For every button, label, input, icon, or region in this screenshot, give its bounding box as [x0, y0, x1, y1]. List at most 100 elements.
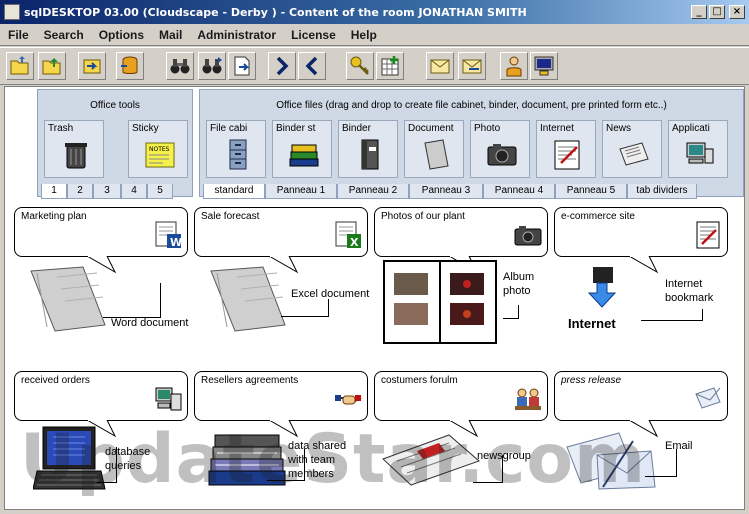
- photo-album-icon[interactable]: [382, 259, 500, 345]
- tab-office-tools-2[interactable]: 2: [67, 184, 93, 199]
- bubble-tail: [628, 256, 659, 274]
- menu-license[interactable]: License: [283, 28, 343, 42]
- office-file-label: Binder: [342, 123, 371, 134]
- menu-help[interactable]: Help: [343, 28, 384, 42]
- card-title: e-commerce site: [561, 211, 635, 222]
- office-files-panel: Office files (drag and drop to create fi…: [199, 89, 744, 197]
- card-bubble-ecommerce[interactable]: e-commerce site: [554, 207, 728, 257]
- next-button[interactable]: [268, 52, 296, 80]
- internet-icon[interactable]: [579, 265, 625, 315]
- file-cabinet-icon: [229, 139, 247, 170]
- user-button[interactable]: [500, 52, 528, 80]
- menu-search[interactable]: Search: [36, 28, 91, 42]
- tab-panneau-2[interactable]: Panneau 2: [337, 184, 409, 199]
- import-button[interactable]: [78, 52, 106, 80]
- card-title: Photos of our plant: [381, 211, 465, 222]
- key-button[interactable]: [346, 52, 374, 80]
- open-folder-icon: [10, 56, 29, 75]
- key-icon: [350, 56, 369, 75]
- open-folder-button[interactable]: [6, 52, 34, 80]
- office-tool-trash[interactable]: Trash: [44, 120, 104, 178]
- card-title: Resellers agreements: [201, 375, 299, 386]
- card-bubble-photos[interactable]: Photos of our plant: [374, 207, 548, 257]
- svg-text:X: X: [350, 236, 359, 249]
- office-files-tabs: standard Panneau 1 Panneau 2 Panneau 3 P…: [203, 184, 697, 199]
- card-bubble-resellers[interactable]: Resellers agreements: [194, 371, 368, 421]
- minimize-button[interactable]: _: [691, 5, 707, 19]
- binder-stack-icon: [289, 144, 319, 167]
- export-button[interactable]: [228, 52, 256, 80]
- mail-send-button[interactable]: [458, 52, 486, 80]
- office-file-photo[interactable]: Photo: [470, 120, 530, 178]
- menu-administrator[interactable]: Administrator: [189, 28, 283, 42]
- document-icon: [424, 139, 449, 170]
- office-file-application[interactable]: Applicati: [668, 120, 728, 178]
- search-next-button[interactable]: [198, 52, 226, 80]
- database-icon: [121, 56, 138, 74]
- mail-button[interactable]: [426, 52, 454, 80]
- office-tools-tabs: 1 2 3 4 5: [41, 184, 173, 199]
- card-bubble-forum[interactable]: costumers forulm: [374, 371, 548, 421]
- room-workspace[interactable]: Office tools Trash Sticky NOTES 1 2 3 4 …: [4, 86, 745, 510]
- tab-panneau-5[interactable]: Panneau 5: [555, 184, 627, 199]
- office-file-binder-stack[interactable]: Binder st: [272, 120, 332, 178]
- import-icon: [83, 59, 101, 74]
- grid-add-button[interactable]: [376, 52, 404, 80]
- connector-line: [281, 299, 329, 317]
- tab-panneau-3[interactable]: Panneau 3: [409, 184, 483, 199]
- search-button[interactable]: [166, 52, 194, 80]
- tab-standard[interactable]: standard: [203, 184, 265, 199]
- arrow-left-icon: [305, 56, 318, 76]
- up-folder-button[interactable]: [38, 52, 66, 80]
- mail-icon: [430, 59, 450, 74]
- tab-dividers[interactable]: tab dividers: [627, 184, 697, 199]
- menu-mail[interactable]: Mail: [151, 28, 189, 42]
- envelope-icon: [695, 387, 721, 409]
- menu-bar: File Search Options Mail Administrator L…: [0, 24, 749, 46]
- card-bubble-received-orders[interactable]: received orders: [14, 371, 188, 421]
- sticky-note-icon: NOTES: [145, 142, 175, 168]
- office-file-cabinet[interactable]: File cabi: [206, 120, 266, 178]
- arrow-right-icon: [276, 56, 289, 76]
- maximize-button[interactable]: □: [709, 5, 725, 19]
- card-caption: Email: [665, 440, 693, 452]
- menu-file[interactable]: File: [0, 28, 36, 42]
- card-caption: Album photo: [503, 271, 535, 297]
- office-file-label: News: [606, 123, 632, 134]
- database-app-icon: [155, 387, 182, 411]
- export-icon: [234, 56, 250, 76]
- newspaper-icon[interactable]: [379, 431, 483, 489]
- office-tool-sticky[interactable]: Sticky NOTES: [128, 120, 188, 178]
- office-tools-panel: Office tools Trash Sticky NOTES: [37, 89, 193, 197]
- grid-add-icon: [381, 56, 399, 76]
- close-button[interactable]: ×: [729, 5, 745, 19]
- tab-panneau-1[interactable]: Panneau 1: [265, 184, 337, 199]
- office-file-label: Photo: [474, 123, 501, 134]
- database-button[interactable]: [116, 52, 144, 80]
- tab-office-tools-5[interactable]: 5: [147, 184, 173, 199]
- tab-office-tools-1[interactable]: 1: [41, 184, 67, 199]
- tab-panneau-4[interactable]: Panneau 4: [483, 184, 555, 199]
- application-icon: [686, 142, 714, 164]
- card-bubble-sale-forecast[interactable]: Sale forecast X: [194, 207, 368, 257]
- tab-office-tools-3[interactable]: 3: [93, 184, 121, 199]
- tab-office-tools-4[interactable]: 4: [121, 184, 147, 199]
- menu-options[interactable]: Options: [91, 28, 151, 42]
- card-bubble-press-release[interactable]: press release: [554, 371, 728, 421]
- title-bar: sqlDESKTOP 03.00 (Cloudscape - Derby ) -…: [0, 0, 749, 24]
- office-file-binder[interactable]: Binder: [338, 120, 398, 178]
- sticky-note-text: NOTES: [149, 146, 170, 153]
- newspaper-icon: [619, 142, 649, 166]
- card-caption: database queries: [105, 446, 151, 472]
- card-bubble-marketing-plan[interactable]: Marketing plan W: [14, 207, 188, 257]
- laptop-icon[interactable]: [33, 425, 107, 495]
- binder-icon: [361, 139, 379, 170]
- office-file-document[interactable]: Document: [404, 120, 464, 178]
- office-file-internet[interactable]: Internet: [536, 120, 596, 178]
- office-file-news[interactable]: News: [602, 120, 662, 178]
- computer-button[interactable]: [530, 52, 558, 80]
- toolbar: [0, 47, 749, 85]
- previous-button[interactable]: [298, 52, 326, 80]
- office-tool-label: Trash: [48, 123, 74, 134]
- office-tools-title: Office tools: [90, 100, 140, 111]
